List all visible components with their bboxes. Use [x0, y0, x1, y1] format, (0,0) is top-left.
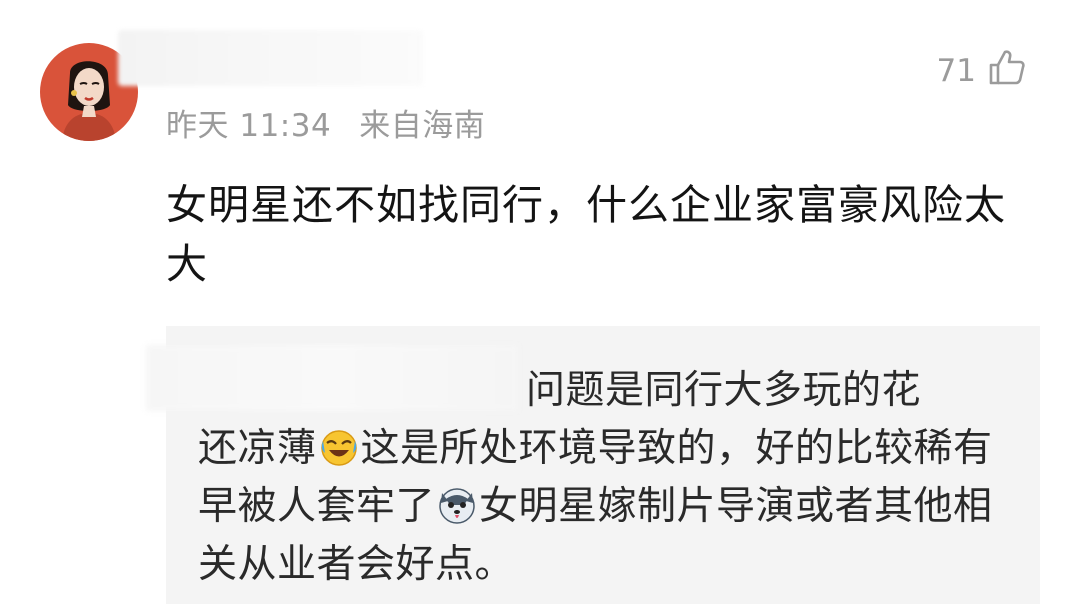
reply-text: 问题是同行大多玩的花 还凉薄 这是所处环境导致的，好的比较稀有早被人套牢了 女明星…: [198, 362, 1018, 594]
thumbs-up-icon[interactable]: [988, 48, 1026, 94]
comment-location: 来自海南: [359, 108, 486, 144]
reply-line-1: 问题是同行大多玩的花: [526, 368, 922, 413]
comment-meta: 昨天 11:34 来自海南: [166, 100, 485, 145]
comment-text: 女明星还不如找同行，什么企业家富豪风险太大: [166, 181, 1006, 288]
reply-segment-1: 还凉薄: [198, 426, 317, 471]
laughing-crying-emoji-icon: [319, 426, 359, 466]
like-count: 71: [936, 53, 976, 89]
comment-time: 昨天 11:34: [166, 108, 332, 144]
like-button[interactable]: 71: [937, 48, 1026, 94]
username-redacted: [118, 30, 423, 86]
husky-dog-emoji-icon: [437, 484, 477, 524]
